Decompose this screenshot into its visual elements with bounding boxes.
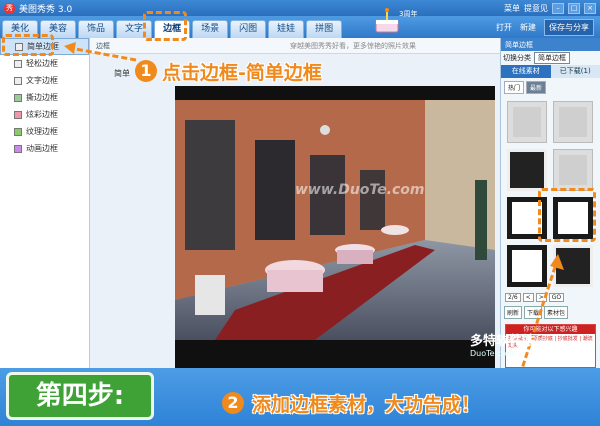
app-title: 美图秀秀 3.0	[19, 4, 73, 15]
highlight-border-material	[538, 188, 596, 242]
sidebar-item-text-border[interactable]: 文字边框	[0, 72, 89, 89]
text-border-icon	[14, 76, 22, 85]
step2-instruction: 添加边框素材，大功告成！	[252, 394, 481, 416]
toolbar: 打开 新建 保存与分享	[496, 16, 600, 38]
title-bar: 秀 美图秀秀 3.0 菜单 提意见 – □ ×	[0, 0, 600, 16]
site-logo: 多特软件站 DuoTe.com	[470, 330, 535, 358]
border-thumbnail[interactable]	[553, 149, 593, 191]
anniversary-text: 3周年	[399, 9, 417, 18]
highlight-simple-border	[2, 34, 54, 56]
border-thumbnail[interactable]	[507, 149, 547, 191]
sidebar-item-colorful-border[interactable]: 炫彩边框	[0, 106, 89, 123]
minimize-icon[interactable]: –	[552, 2, 564, 14]
step1-number: 1	[135, 60, 157, 82]
colorful-border-icon	[14, 110, 22, 119]
category-switch-label: 切换分类	[503, 54, 531, 62]
material-tabs: 在线素材 已下载(1)	[501, 65, 600, 78]
tab-online-material[interactable]: 在线素材	[501, 65, 551, 78]
highlight-border-tab	[143, 11, 187, 41]
texture-border-icon	[14, 127, 22, 136]
street-cafe-photo	[175, 100, 495, 340]
border-thumbnail[interactable]	[507, 101, 547, 143]
tab-flash[interactable]: 闪图	[230, 20, 267, 38]
sidebar-item-animated-border[interactable]: 动画边框	[0, 140, 89, 157]
material-panel-header: 简单边框	[501, 38, 600, 51]
photo-preview: www.DuoTe.com	[175, 86, 495, 368]
anniversary-cake-icon: 3周年	[375, 8, 417, 33]
close-icon[interactable]: ×	[584, 2, 596, 14]
sidebar-item-torn-border[interactable]: 撕边边框	[0, 89, 89, 106]
canvas-label: 简单	[114, 69, 130, 78]
step-label: 第四步:	[6, 372, 154, 420]
sidebar-item-label: 轻松边框	[26, 59, 58, 68]
border-thumbnail[interactable]	[553, 101, 593, 143]
tab-collage[interactable]: 拼图	[306, 20, 343, 38]
sidebar-item-label: 文字边框	[26, 76, 58, 85]
arrow-to-material-icon	[518, 254, 564, 376]
material-panel-title: 简单边框	[505, 40, 533, 49]
tab-scene[interactable]: 场景	[192, 20, 229, 38]
menu-link[interactable]: 菜单	[504, 3, 520, 14]
new-button[interactable]: 新建	[520, 22, 536, 33]
material-sort: 热门 最新	[501, 78, 600, 97]
category-switch: 切换分类 简单边框	[501, 51, 600, 65]
step2-number: 2	[222, 392, 244, 414]
maximize-icon[interactable]: □	[568, 2, 580, 14]
light-border-icon	[14, 59, 22, 68]
sidebar-item-label: 动画边框	[26, 144, 58, 153]
torn-border-icon	[14, 93, 22, 102]
sidebar-item-label: 撕边边框	[26, 93, 58, 102]
border-category-sidebar: 简单边框 轻松边框 文字边框 撕边边框 炫彩边框 纹理边框 动画边框	[0, 38, 90, 368]
main-tab-bar: 美化 美容 饰品 文字 边框 场景 闪图 娃娃 拼图 打开 新建 保存与分享	[0, 16, 600, 38]
window-controls: 菜单 提意见 – □ ×	[504, 2, 596, 14]
sidebar-item-label: 纹理边框	[26, 127, 58, 136]
canvas-hint: 穿越美图秀秀好看，更多惊艳的照片效果	[290, 41, 416, 50]
tab-downloaded[interactable]: 已下载(1)	[550, 65, 600, 78]
editor-canvas-area: 边框 穿越美图秀秀好看，更多惊艳的照片效果 简单 www.DuoTe.com	[90, 38, 500, 368]
step1-instruction: 点击边框-简单边框	[162, 62, 322, 84]
tab-accessories[interactable]: 饰品	[78, 20, 115, 38]
sort-new-button[interactable]: 最新	[526, 81, 547, 94]
save-share-button[interactable]: 保存与分享	[544, 18, 594, 36]
photo-watermark: www.DuoTe.com	[295, 182, 425, 198]
app-logo-icon: 秀	[4, 2, 15, 14]
site-logo-url: DuoTe.com	[470, 349, 515, 358]
feedback-link[interactable]: 提意见	[524, 3, 548, 14]
open-button[interactable]: 打开	[496, 22, 512, 33]
sidebar-item-texture-border[interactable]: 纹理边框	[0, 123, 89, 140]
arrow-to-sidebar-icon	[64, 42, 137, 62]
tab-doll[interactable]: 娃娃	[268, 20, 305, 38]
category-select[interactable]: 简单边框	[534, 52, 570, 64]
site-logo-name: 多特软件站	[470, 334, 536, 349]
sort-hot-button[interactable]: 热门	[504, 81, 525, 94]
sidebar-item-label: 炫彩边框	[26, 110, 58, 119]
animated-border-icon	[14, 144, 22, 153]
